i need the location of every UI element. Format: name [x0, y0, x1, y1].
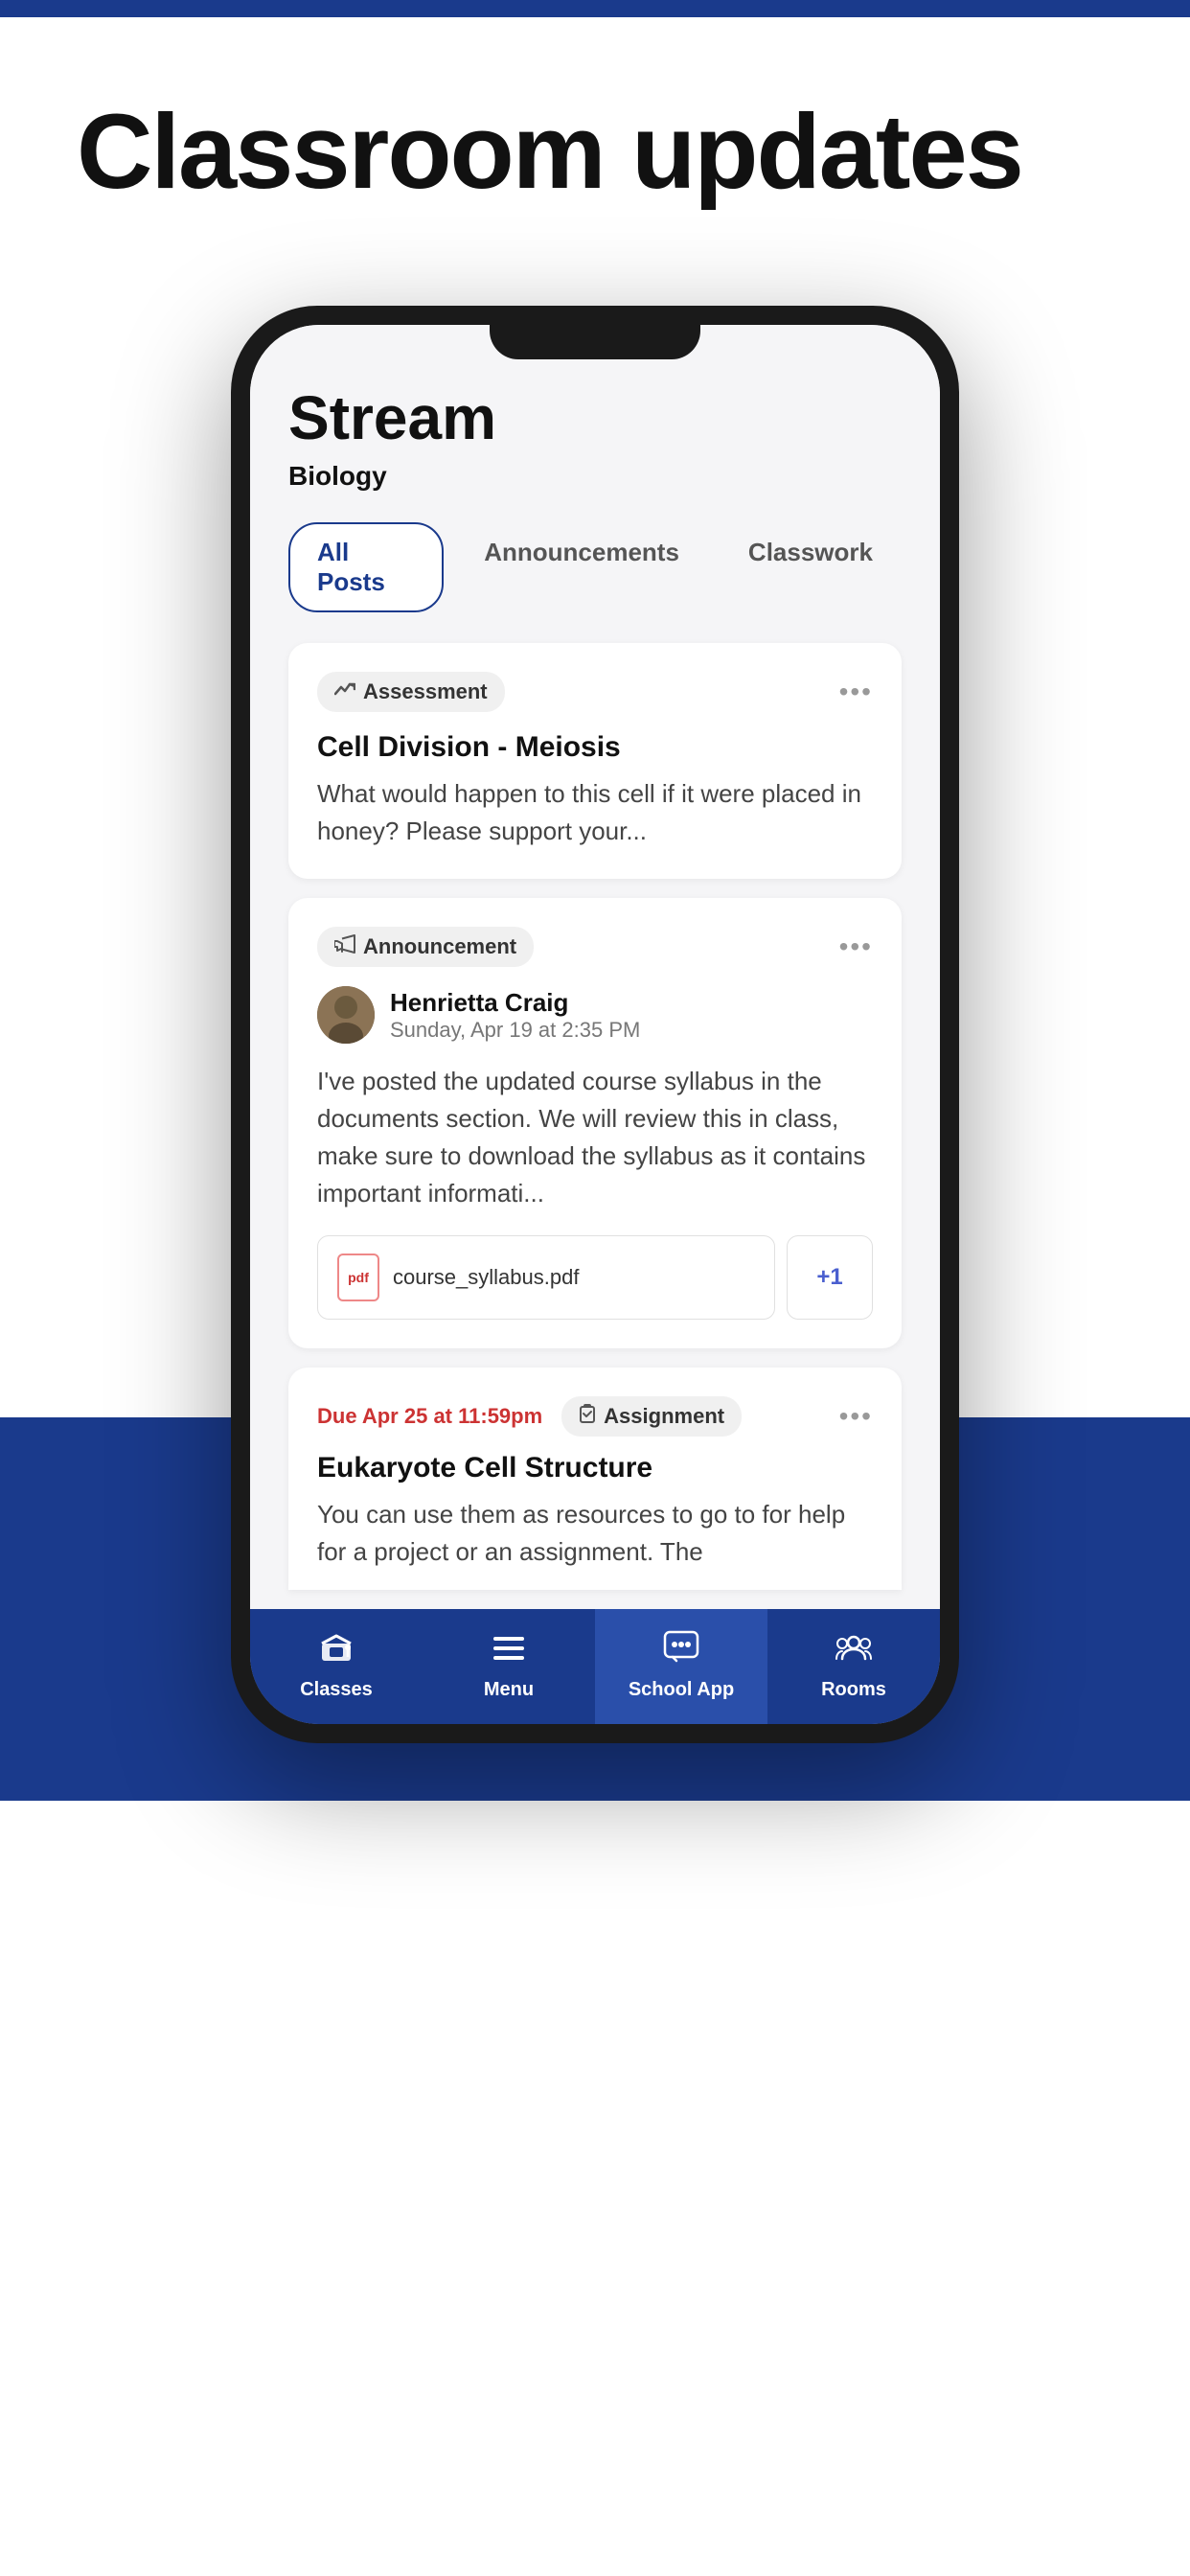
- attachment-row: pdf course_syllabus.pdf +1: [317, 1235, 873, 1320]
- assessment-badge: Assessment: [317, 672, 505, 712]
- nav-menu[interactable]: Menu: [423, 1609, 595, 1724]
- menu-label: Menu: [484, 1679, 534, 1701]
- assignment-body: You can use them as resources to go to f…: [317, 1496, 873, 1571]
- stream-title: Stream: [288, 382, 902, 453]
- pdf-attachment[interactable]: pdf course_syllabus.pdf: [317, 1235, 775, 1320]
- bottom-nav: Classes Menu: [250, 1609, 940, 1724]
- assessment-body: What would happen to this cell if it wer…: [317, 775, 873, 850]
- due-row: Due Apr 25 at 11:59pm Assignment: [317, 1396, 873, 1437]
- assessment-title: Cell Division - Meiosis: [317, 731, 873, 764]
- tab-all-posts[interactable]: All Posts: [288, 522, 444, 612]
- due-label: Due Apr 25 at 11:59pm: [317, 1404, 542, 1429]
- screen-content: Stream Biology All Posts Announcements C…: [250, 325, 940, 1590]
- announcement-icon: [334, 934, 355, 959]
- school-app-icon: [663, 1630, 699, 1671]
- top-status-bar: [0, 0, 1190, 17]
- classes-icon: [318, 1630, 355, 1671]
- assignment-more-button[interactable]: •••: [839, 1401, 873, 1432]
- announcement-more-button[interactable]: •••: [839, 932, 873, 962]
- author-row: Henrietta Craig Sunday, Apr 19 at 2:35 P…: [317, 986, 873, 1044]
- announcement-card-header: Announcement •••: [317, 927, 873, 967]
- announcement-badge: Announcement: [317, 927, 534, 967]
- classes-label: Classes: [300, 1679, 373, 1701]
- author-date: Sunday, Apr 19 at 2:35 PM: [390, 1018, 640, 1043]
- phone-area: Stream Biology All Posts Announcements C…: [0, 267, 1190, 1801]
- author-info: Henrietta Craig Sunday, Apr 19 at 2:35 P…: [390, 988, 640, 1043]
- assignment-icon: [579, 1404, 596, 1429]
- rooms-icon: [835, 1630, 873, 1671]
- tab-classwork[interactable]: Classwork: [720, 522, 902, 612]
- rooms-label: Rooms: [821, 1679, 886, 1701]
- phone-frame: Stream Biology All Posts Announcements C…: [231, 306, 959, 1743]
- hero-title: Classroom updates: [77, 94, 1113, 210]
- tab-announcements[interactable]: Announcements: [455, 522, 708, 612]
- assessment-icon: [334, 680, 355, 703]
- hero-section: Classroom updates: [0, 17, 1190, 267]
- assessment-more-button[interactable]: •••: [839, 677, 873, 707]
- announcement-body: I've posted the updated course syllabus …: [317, 1063, 873, 1212]
- assessment-card-header: Assessment •••: [317, 672, 873, 712]
- stream-subtitle: Biology: [288, 461, 902, 492]
- nav-rooms[interactable]: Rooms: [767, 1609, 940, 1724]
- phone-screen: Stream Biology All Posts Announcements C…: [250, 325, 940, 1724]
- phone-notch: [490, 325, 700, 359]
- menu-icon: [492, 1631, 526, 1671]
- assessment-card[interactable]: Assessment ••• Cell Division - Meiosis W…: [288, 643, 902, 879]
- avatar-image: [317, 986, 375, 1044]
- pdf-icon: pdf: [337, 1254, 379, 1301]
- nav-school-app[interactable]: School App: [595, 1609, 767, 1724]
- assignment-badge: Assignment: [561, 1396, 742, 1437]
- tabs-row: All Posts Announcements Classwork: [288, 522, 902, 612]
- school-app-label: School App: [629, 1679, 734, 1701]
- assignment-card[interactable]: Due Apr 25 at 11:59pm Assignment: [288, 1368, 902, 1590]
- assignment-title: Eukaryote Cell Structure: [317, 1452, 873, 1484]
- stream-header: Stream Biology: [288, 382, 902, 492]
- avatar: [317, 986, 375, 1044]
- nav-classes[interactable]: Classes: [250, 1609, 423, 1724]
- announcement-card[interactable]: Announcement •••: [288, 898, 902, 1348]
- plus-more-button[interactable]: +1: [787, 1235, 873, 1320]
- pdf-filename: course_syllabus.pdf: [393, 1265, 579, 1290]
- author-name: Henrietta Craig: [390, 988, 640, 1018]
